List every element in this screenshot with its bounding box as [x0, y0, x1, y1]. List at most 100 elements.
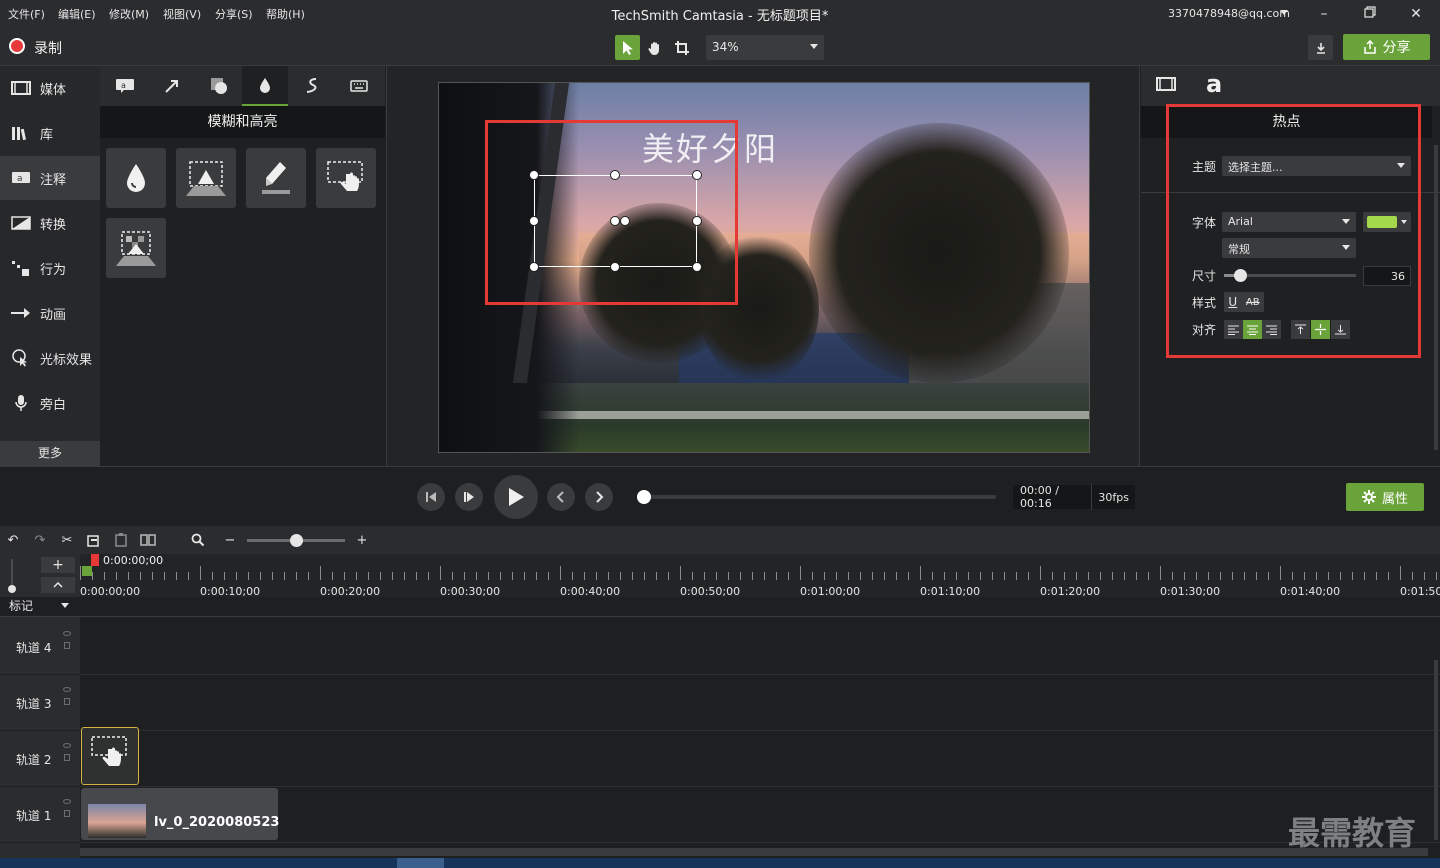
collapse-button[interactable]: [41, 577, 75, 593]
sidebar-item-label: 行为: [40, 262, 67, 278]
track-header-4[interactable]: 轨道 4: [0, 619, 80, 675]
resize-handle[interactable]: [529, 216, 539, 226]
tab-arrows[interactable]: [149, 66, 195, 106]
sidebar-item-voice-narration[interactable]: 旁白: [0, 381, 100, 425]
rotate-handle[interactable]: [620, 216, 630, 226]
download-button[interactable]: [1308, 35, 1333, 60]
blur-drop-icon: [127, 164, 145, 192]
resize-handle[interactable]: [529, 170, 539, 180]
scrub-track[interactable]: [640, 495, 996, 499]
tab-visual-properties[interactable]: [1156, 76, 1176, 95]
eye-icon[interactable]: [63, 631, 71, 636]
tab-keystroke[interactable]: [336, 66, 382, 106]
redo-icon[interactable]: ↷: [31, 531, 49, 549]
hotspot-clip[interactable]: [81, 727, 139, 785]
highlight-icon: [262, 162, 290, 194]
taskbar-item[interactable]: [397, 858, 444, 868]
record-button[interactable]: 录制: [34, 38, 62, 58]
tab-callouts[interactable]: a: [102, 66, 148, 106]
add-track-button[interactable]: +: [41, 557, 75, 573]
scrub-knob[interactable]: [637, 490, 651, 504]
hand-tool-button[interactable]: [642, 35, 667, 60]
lock-icon[interactable]: [64, 642, 70, 649]
pointer-tool-button[interactable]: [615, 35, 640, 60]
pixelate-tile[interactable]: [106, 218, 166, 278]
lock-icon[interactable]: [64, 810, 70, 817]
track-height-slider[interactable]: [8, 559, 16, 593]
previous-marker-button[interactable]: [547, 483, 575, 511]
account-caret-icon[interactable]: [1280, 10, 1288, 15]
share-button[interactable]: 分享: [1343, 34, 1430, 60]
sidebar-item-transitions[interactable]: 转换: [0, 201, 100, 245]
track-header-3[interactable]: 轨道 3: [0, 675, 80, 731]
resize-handle[interactable]: [529, 262, 539, 272]
highlight-tile[interactable]: [246, 148, 306, 208]
blur-tile[interactable]: [106, 148, 166, 208]
sidebar-item-label: 动画: [40, 307, 67, 323]
sidebar-item-animations[interactable]: 动画: [0, 291, 100, 335]
paste-icon[interactable]: [112, 531, 130, 549]
sidebar-item-label: 转换: [40, 217, 67, 233]
close-icon[interactable]: ✕: [1406, 4, 1426, 24]
playhead-marker[interactable]: [91, 554, 99, 566]
crop-tool-button[interactable]: [669, 35, 694, 60]
timeline-zoom-knob[interactable]: [290, 534, 303, 547]
eye-icon[interactable]: [63, 687, 71, 692]
eye-icon[interactable]: [63, 743, 71, 748]
tree-image: [809, 123, 1069, 383]
rotate-handle[interactable]: [610, 216, 620, 226]
spotlight-tile[interactable]: [176, 148, 236, 208]
cut-icon[interactable]: ✂: [58, 531, 76, 549]
resize-handle[interactable]: [692, 216, 702, 226]
sidebar-item-annotations[interactable]: a 注释: [0, 156, 100, 200]
chevron-down-icon[interactable]: [61, 603, 69, 608]
track-header-1[interactable]: 轨道 1: [0, 787, 80, 843]
timeline-ruler[interactable]: [80, 554, 1440, 598]
tab-shapes[interactable]: [196, 66, 242, 106]
track-row-3[interactable]: [80, 675, 1440, 731]
sidebar-item-library[interactable]: 库: [0, 111, 100, 155]
properties-scrollbar[interactable]: [1434, 145, 1438, 450]
properties-button[interactable]: 属性: [1346, 483, 1424, 511]
playhead-start-flag[interactable]: [82, 566, 92, 576]
resize-handle[interactable]: [692, 170, 702, 180]
eye-icon[interactable]: [63, 799, 71, 804]
play-button[interactable]: [494, 475, 538, 519]
record-icon[interactable]: [9, 38, 25, 54]
track-row-2[interactable]: [80, 731, 1440, 787]
resize-handle[interactable]: [692, 262, 702, 272]
text-properties-icon[interactable]: a: [1206, 70, 1222, 98]
interactive-hotspot-tile[interactable]: [316, 148, 376, 208]
search-icon[interactable]: [189, 531, 207, 549]
track-row-1[interactable]: [80, 787, 1440, 843]
tab-blur-highlight[interactable]: [242, 66, 288, 106]
keyboard-icon: [350, 80, 368, 92]
more-button[interactable]: 更多: [0, 441, 100, 466]
lock-icon[interactable]: [64, 754, 70, 761]
resize-handle[interactable]: [610, 262, 620, 272]
track-header-2[interactable]: 轨道 2: [0, 731, 80, 787]
split-icon[interactable]: [139, 531, 157, 549]
step-forward-button[interactable]: [455, 483, 483, 511]
zoom-in-icon[interactable]: +: [353, 531, 371, 549]
sidebar-item-cursor-effects[interactable]: 光标效果: [0, 336, 100, 380]
account-menu[interactable]: 3370478948@qq.com: [1168, 7, 1290, 20]
arrow-icon: [165, 80, 178, 93]
copy-icon[interactable]: [85, 531, 103, 549]
timeline-vertical-scrollbar[interactable]: [1434, 660, 1438, 840]
undo-icon[interactable]: ↶: [4, 531, 22, 549]
zoom-out-icon[interactable]: −: [221, 531, 239, 549]
timeline-scrollbar[interactable]: [80, 848, 1428, 856]
restore-icon[interactable]: [1360, 4, 1380, 24]
tab-sketch-motion[interactable]: [289, 66, 335, 106]
sidebar-item-behaviors[interactable]: 行为: [0, 246, 100, 290]
lock-icon[interactable]: [64, 698, 70, 705]
minimize-icon[interactable]: –: [1314, 4, 1334, 24]
blur-icon: [260, 78, 270, 93]
resize-handle[interactable]: [610, 170, 620, 180]
step-back-button[interactable]: [417, 483, 445, 511]
next-marker-button[interactable]: [585, 483, 613, 511]
track-row-4[interactable]: [80, 619, 1440, 675]
zoom-dropdown[interactable]: 34%: [706, 35, 824, 60]
sidebar-item-media[interactable]: 媒体: [0, 66, 100, 110]
